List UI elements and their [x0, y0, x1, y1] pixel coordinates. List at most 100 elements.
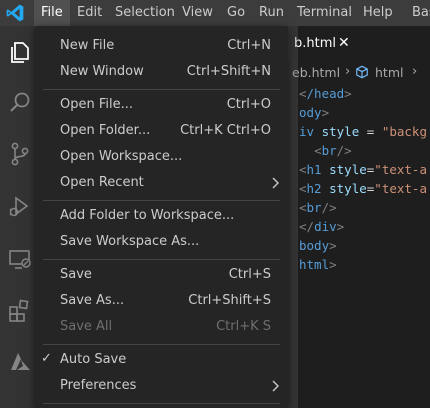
source-control-icon[interactable] — [6, 140, 34, 168]
menu-item-label: New Window — [60, 64, 144, 79]
code-line: body> — [299, 236, 337, 255]
menu-item-shortcut: Ctrl+K Ctrl+O — [180, 123, 271, 138]
code-token: < — [314, 143, 322, 158]
code-token: > — [329, 238, 337, 253]
menu-item-shortcut: Ctrl+Shift+N — [186, 64, 271, 79]
code-token: < — [299, 200, 307, 215]
element-cube-icon — [356, 65, 368, 79]
remote-explorer-icon[interactable] — [6, 245, 34, 273]
chevron-right-icon — [272, 177, 279, 189]
menu-item-label: Open Workspace... — [60, 149, 183, 164]
code-line: <br/> — [299, 141, 352, 160]
tab-label: b.html — [294, 36, 336, 51]
menu-item-add-folder-to-workspace[interactable]: Add Folder to Workspace... — [35, 204, 288, 230]
menu-item-label: Save All — [60, 319, 113, 334]
code-token: br — [306, 200, 322, 215]
code-line: iv style = "backg — [299, 122, 427, 141]
chevron-right-icon: › — [345, 64, 351, 79]
menubar-item-help[interactable]: Help — [356, 0, 400, 26]
menu-item-open-workspace[interactable]: Open Workspace... — [35, 145, 288, 171]
code-token: h1 — [306, 162, 322, 177]
menu-item-label: Save As... — [60, 293, 125, 308]
code-token: html — [299, 257, 330, 272]
code-token: style — [321, 124, 360, 139]
extensions-icon[interactable] — [6, 297, 34, 325]
code-line: ody> — [299, 103, 329, 122]
menu-item-label: Open Folder... — [60, 123, 151, 138]
menubar-item-terminal[interactable]: Terminal — [290, 0, 359, 26]
menubar-item-selection[interactable]: Selection — [108, 0, 182, 26]
code-line: </div> — [299, 217, 344, 236]
code-line: <h2 style="text-a — [299, 179, 427, 198]
code-token: < — [299, 162, 307, 177]
code-token: /> — [321, 200, 337, 215]
breadcrumb-file[interactable]: eb.html — [292, 65, 340, 80]
menu-separator — [43, 344, 280, 345]
menu-item-shortcut: Ctrl+K S — [216, 319, 271, 334]
menu-item-shortcut: Ctrl+S — [228, 267, 271, 282]
code-token: "text-a — [374, 181, 427, 196]
code-token: "text-a — [374, 162, 427, 177]
menu-item-label: Add Folder to Workspace... — [60, 208, 235, 223]
menu-item-label: Auto Save — [60, 352, 127, 367]
menu-item-shortcut: Ctrl+N — [227, 38, 271, 53]
menu-item-label: Preferences — [60, 378, 137, 393]
code-token: style — [329, 181, 367, 196]
menubar-item-file[interactable]: File — [34, 0, 70, 26]
menubar: File Edit Selection View Go Run Terminal Help Ba… — [0, 0, 430, 26]
menu-separator — [43, 200, 280, 201]
menu-item-open-folder[interactable]: Open Folder... Ctrl+K Ctrl+O — [35, 119, 288, 145]
menubar-item-view[interactable]: View — [175, 0, 220, 26]
run-debug-icon[interactable] — [6, 192, 34, 220]
menu-item-save-as[interactable]: Save As... Ctrl+Shift+S — [35, 289, 288, 315]
code-token: iv — [299, 124, 315, 139]
menubar-item-run[interactable]: Run — [252, 0, 291, 26]
menu-separator — [43, 89, 280, 90]
menu-item-save-workspace-as[interactable]: Save Workspace As... — [35, 230, 288, 256]
code-line: <h1 style="text-a — [299, 160, 427, 179]
code-token: < — [299, 181, 307, 196]
menu-item-shortcut: Ctrl+Shift+S — [188, 293, 271, 308]
code-token: div — [314, 219, 337, 234]
azure-icon[interactable] — [6, 348, 34, 376]
code-token: /> — [336, 143, 352, 158]
close-icon[interactable]: ✕ — [338, 35, 350, 51]
menu-item-auto-save[interactable]: ✓ Auto Save — [35, 348, 288, 374]
menu-scrollbar[interactable] — [288, 26, 298, 408]
menu-item-new-window[interactable]: New Window Ctrl+Shift+N — [35, 60, 288, 86]
code-token: body — [299, 238, 330, 253]
code-token: > — [329, 257, 337, 272]
menu-item-preferences[interactable]: Preferences — [35, 374, 288, 400]
menu-item-new-file[interactable]: New File Ctrl+N — [35, 34, 288, 60]
chevron-right-icon: › — [412, 64, 418, 79]
menu-item-open-recent[interactable]: Open Recent — [35, 171, 288, 197]
menu-item-save[interactable]: Save Ctrl+S — [35, 263, 288, 289]
editor-tab[interactable]: b.html ✕ — [290, 26, 430, 61]
code-token: </ — [299, 219, 315, 234]
code-token: > — [321, 105, 330, 120]
code-token: br — [321, 143, 337, 158]
file-menu: New File Ctrl+N New Window Ctrl+Shift+N Open… — [35, 26, 288, 408]
menu-item-label: New File — [60, 38, 115, 53]
code-token: style — [329, 162, 367, 177]
checkmark-icon: ✓ — [41, 351, 52, 366]
code-token: > — [336, 219, 345, 234]
search-icon[interactable] — [6, 89, 34, 117]
menubar-item-bas[interactable]: Bas — [405, 0, 430, 26]
menubar-item-edit[interactable]: Edit — [70, 0, 109, 26]
code-token: < — [299, 86, 307, 101]
code-token: ody — [299, 105, 322, 120]
menubar-item-go[interactable]: Go — [220, 0, 252, 26]
menu-item-label: Save — [60, 267, 92, 282]
breadcrumb-element[interactable]: html — [375, 65, 403, 80]
menu-separator — [43, 259, 280, 260]
code-token: > — [344, 86, 352, 101]
vscode-logo-icon[interactable] — [5, 3, 25, 23]
menu-item-open-file[interactable]: Open File... Ctrl+O — [35, 93, 288, 119]
chevron-right-icon — [272, 380, 279, 392]
explorer-icon[interactable] — [6, 38, 34, 66]
code-line: </head> — [299, 84, 352, 103]
